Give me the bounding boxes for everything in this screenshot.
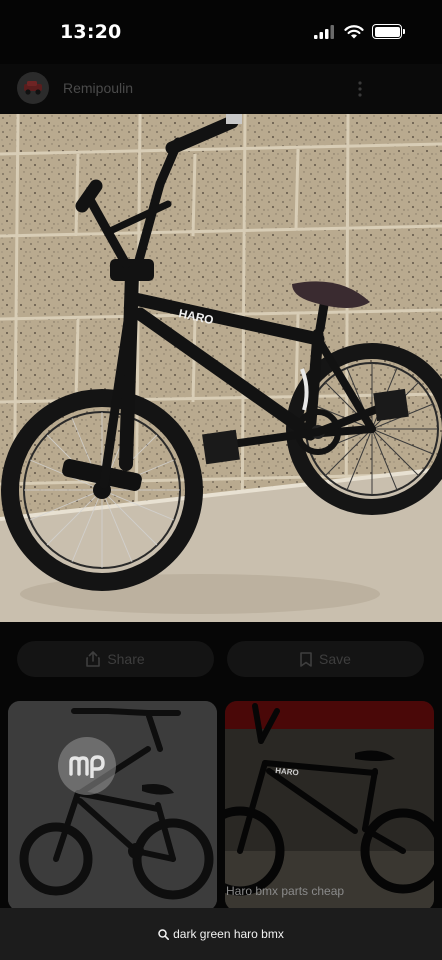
related-image-left[interactable] [8, 701, 217, 911]
share-icon [86, 651, 101, 667]
related-caption[interactable]: Haro bmx parts cheap [226, 884, 344, 898]
share-button[interactable]: Share [17, 641, 214, 677]
mp-logo-icon [58, 737, 116, 795]
profile-header: Remipoulin [0, 64, 442, 114]
save-button[interactable]: Save [227, 641, 424, 677]
cellular-signal-icon [314, 24, 334, 39]
profile-username[interactable]: Remipoulin [63, 80, 133, 96]
search-query-bar[interactable]: dark green haro bmx [0, 908, 442, 960]
search-query-text: dark green haro bmx [173, 927, 284, 941]
related-image-right[interactable]: HARO [225, 701, 434, 911]
wifi-icon [344, 24, 364, 38]
save-label: Save [319, 651, 351, 667]
search-icon [158, 928, 170, 940]
main-photo[interactable]: HARO [0, 114, 442, 622]
battery-icon [372, 24, 405, 39]
status-icons [314, 24, 405, 39]
status-bar: 13:20 [0, 0, 442, 64]
bookmark-icon [300, 651, 312, 667]
status-time: 13:20 [60, 21, 122, 43]
vehicle-avatar-icon[interactable] [17, 72, 49, 104]
share-label: Share [107, 651, 145, 667]
more-vertical-icon[interactable] [356, 80, 364, 98]
